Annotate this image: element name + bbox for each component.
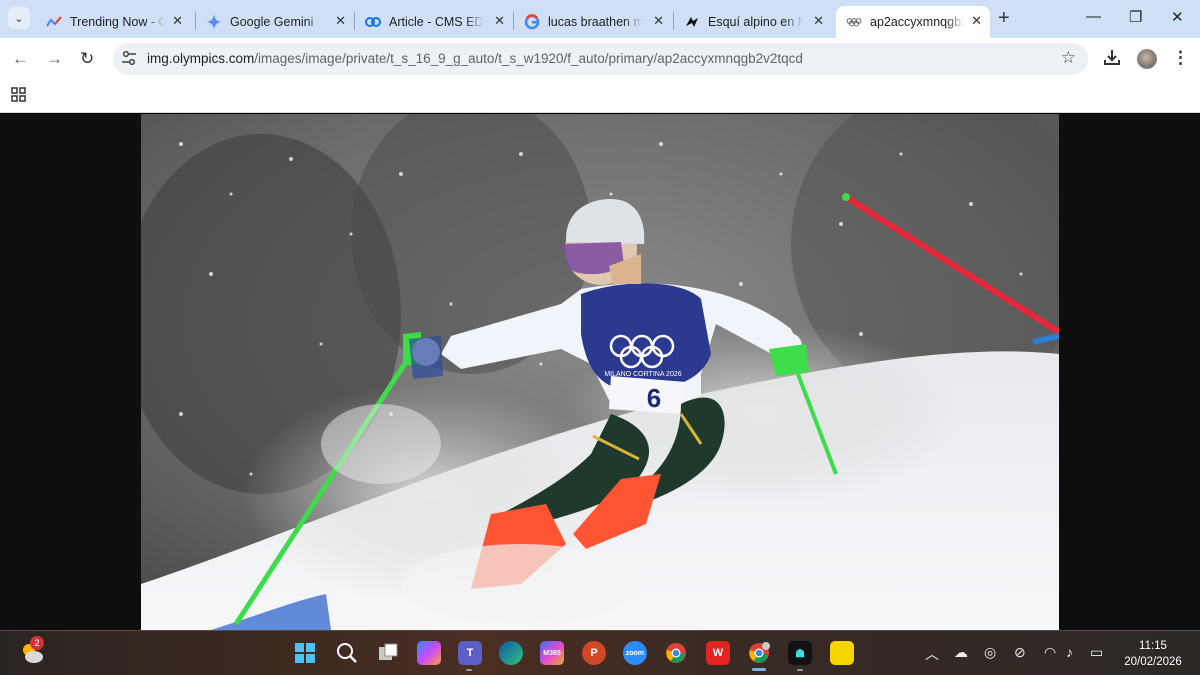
cloud-off-icon[interactable]: ⊘ <box>1014 644 1026 661</box>
chrome-profile-icon[interactable] <box>747 641 771 665</box>
url-text: img.olympics.com/images/image/private/t_… <box>147 51 803 66</box>
bookmark-star-icon[interactable]: ☆ <box>1061 48 1076 68</box>
address-bar[interactable]: img.olympics.com/images/image/private/t_… <box>113 43 1088 75</box>
tab-cms[interactable]: Article - CMS EDITOR ✕ <box>355 6 513 38</box>
cms-icon <box>365 14 381 30</box>
olympic-icon <box>684 14 700 30</box>
sync-icon[interactable]: ◎ <box>984 644 996 661</box>
tab-google-search[interactable]: lucas braathen milano cortina ✕ <box>514 6 672 38</box>
windows-taskbar: T M365 P zoom W ☗ ︿ ☁ ◎ ⊘ ◠ ♪ ▭ <box>0 630 1200 675</box>
powerpoint-label: P <box>590 647 598 659</box>
edge-icon[interactable] <box>499 641 523 665</box>
olympic-rings-icon <box>846 14 862 30</box>
teams-icon[interactable]: T <box>458 641 482 665</box>
tab-title: Article - CMS EDITOR <box>389 15 484 29</box>
restore-icon[interactable]: ❐ <box>1129 8 1142 26</box>
close-tab-icon[interactable]: ✕ <box>653 13 664 29</box>
menu-kebab-icon[interactable]: ⋮ <box>1172 48 1189 68</box>
browser-toolbar: ← → ↻ img.olympics.com/images/image/priv… <box>0 38 1200 80</box>
slalom-skier-photo: MILANO CORTINA 2026 6 <box>141 114 1059 630</box>
clock-time: 11:15 <box>1139 640 1167 652</box>
tool-icon[interactable]: ☗ <box>788 641 812 665</box>
show-hidden-icons-icon[interactable]: ︿ <box>925 644 939 664</box>
url-domain: img.olympics.com <box>147 51 255 66</box>
active-app-indicator <box>752 668 766 671</box>
gemini-icon <box>206 14 222 30</box>
tab-title: Google Gemini <box>230 15 314 29</box>
trends-icon <box>46 14 62 30</box>
volume-icon[interactable]: ♪ <box>1066 644 1073 660</box>
tab-strip: ⌄ Trending Now - Google Trends ✕ Google … <box>0 0 1200 38</box>
minimize-icon[interactable]: — <box>1086 8 1101 25</box>
tab-title: lucas braathen milano cortina <box>548 15 643 29</box>
back-icon[interactable]: ← <box>12 49 29 69</box>
tab-title: Trending Now - Google Trends <box>70 15 165 29</box>
close-window-icon[interactable]: ✕ <box>1171 8 1184 26</box>
zoom-label: zoom <box>625 649 645 657</box>
reload-icon[interactable]: ↻ <box>80 49 94 69</box>
profile-avatar[interactable] <box>1137 49 1157 69</box>
m365-label: M365 <box>543 649 561 657</box>
tab-title: Esquí alpino en Milano Cortina <box>708 15 803 29</box>
task-view-icon[interactable] <box>376 641 400 665</box>
close-tab-icon[interactable]: ✕ <box>971 13 982 29</box>
search-icon[interactable] <box>335 641 359 665</box>
tab-search-button[interactable]: ⌄ <box>8 7 30 29</box>
chrome-icon[interactable] <box>664 641 688 665</box>
bib-number: 6 <box>647 383 661 413</box>
wifi-icon[interactable]: ◠ <box>1044 644 1056 661</box>
powerpoint-icon[interactable]: P <box>582 641 606 665</box>
close-tab-icon[interactable]: ✕ <box>335 13 346 29</box>
google-icon <box>524 14 540 30</box>
new-tab-icon[interactable]: + <box>998 7 1010 30</box>
tab-esqui[interactable]: Esquí alpino en Milano Cortina ✕ <box>674 6 832 38</box>
tab-gemini[interactable]: Google Gemini ✕ <box>196 6 354 38</box>
weather-badge: 2 <box>30 636 44 650</box>
onedrive-icon[interactable]: ☁ <box>954 644 968 661</box>
start-icon[interactable] <box>293 641 317 665</box>
bookmarks-bar <box>0 80 1200 113</box>
sticky-notes-icon[interactable] <box>830 641 854 665</box>
url-path: /images/image/private/t_s_16_9_g_auto/t_… <box>254 51 803 66</box>
m365-copilot-icon[interactable]: M365 <box>540 641 564 665</box>
system-clock[interactable]: 11:15 20/02/2026 <box>1118 638 1188 670</box>
battery-icon[interactable]: ▭ <box>1090 644 1103 661</box>
running-indicator <box>466 669 472 671</box>
tab-trends[interactable]: Trending Now - Google Trends ✕ <box>36 6 191 38</box>
close-tab-icon[interactable]: ✕ <box>813 13 824 29</box>
copilot-icon[interactable] <box>417 641 441 665</box>
forward-icon[interactable]: → <box>46 49 63 69</box>
tab-active-image[interactable]: ap2accyxmnqgb2v2tqcd ✕ <box>836 6 990 38</box>
zoom-icon[interactable]: zoom <box>623 641 647 665</box>
clock-date: 20/02/2026 <box>1124 656 1182 668</box>
downloads-icon[interactable] <box>1103 48 1121 71</box>
wps-icon[interactable]: W <box>706 641 730 665</box>
close-tab-icon[interactable]: ✕ <box>494 13 505 29</box>
tab-title: ap2accyxmnqgb2v2tqcd <box>870 15 965 29</box>
apps-grid-icon[interactable] <box>11 87 26 106</box>
close-tab-icon[interactable]: ✕ <box>172 13 183 29</box>
site-info-icon[interactable] <box>121 50 137 69</box>
running-indicator <box>797 669 803 671</box>
